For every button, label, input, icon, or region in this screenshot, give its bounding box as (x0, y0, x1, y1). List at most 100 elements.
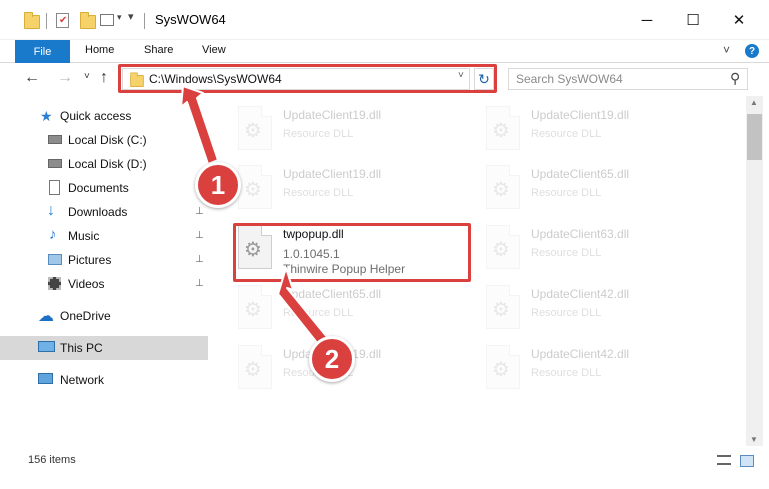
file-description: Resource DLL (283, 128, 354, 140)
star-icon: ★ (40, 108, 53, 124)
music-icon: ♪ (49, 226, 57, 243)
sidebar-item-label: Pictures (68, 253, 112, 267)
address-highlight (118, 64, 497, 93)
sidebar-item-local-disk-c[interactable]: Local Disk (C:) (0, 128, 208, 152)
file-item[interactable]: ⚙ UpdateClient42.dll Resource DLL (460, 281, 700, 337)
pin-icon[interactable]: ⊥ (195, 254, 204, 265)
view-options-icon[interactable] (100, 14, 114, 26)
item-count: 156 items (28, 454, 76, 466)
pictures-icon (48, 254, 62, 265)
forward-button[interactable]: → (57, 69, 73, 87)
pin-icon[interactable]: ⊥ (195, 230, 204, 241)
sidebar-item-label: Videos (68, 277, 105, 291)
file-item[interactable]: ⚙ UpdateClient63.dll Resource DLL (460, 221, 700, 277)
sidebar-item-label: This PC (60, 341, 103, 355)
file-item[interactable]: ⚙ UpdateClient19.dll Resource DLL (212, 161, 452, 217)
sidebar-item-network[interactable]: Network (0, 368, 208, 392)
search-box[interactable]: Search SysWOW64 ⚲ (508, 68, 748, 90)
scroll-up-icon[interactable]: ▲ (750, 98, 758, 107)
documents-icon (49, 180, 60, 195)
sidebar-item-documents[interactable]: Documents ⊥ (0, 176, 208, 200)
file-name: UpdateClient19.dll (283, 167, 382, 181)
sidebar-item-quick-access[interactable]: ★ Quick access (0, 104, 208, 128)
sidebar-item-label: Documents (68, 181, 129, 195)
pin-icon[interactable]: ⊥ (195, 278, 204, 289)
expand-ribbon-icon[interactable]: ˅ (723, 43, 730, 57)
search-input[interactable]: Search SysWOW64 (516, 72, 623, 86)
maximize-button[interactable]: ☐ (670, 0, 716, 40)
file-name: UpdateClient65.dll (283, 287, 382, 301)
gear-icon: ⚙ (492, 359, 510, 381)
file-highlight (233, 223, 471, 282)
details-view-icon[interactable] (717, 455, 731, 465)
videos-icon (48, 277, 61, 290)
navigation-pane: ★ Quick access Local Disk (C:) Local Dis… (0, 96, 212, 446)
gear-icon: ⚙ (244, 120, 262, 142)
gear-icon: ⚙ (492, 299, 510, 321)
new-folder-icon[interactable] (80, 12, 96, 29)
vertical-scrollbar[interactable]: ▲ ▼ (746, 96, 763, 446)
sidebar-item-label: Network (60, 373, 105, 387)
file-description: Resource DLL (283, 307, 354, 319)
file-item[interactable]: ⚙ UpdateClient19.dll Resource DLL (460, 102, 700, 158)
file-name: UpdateClient42.dll (531, 347, 630, 361)
sidebar-item-local-disk-d[interactable]: Local Disk (D:) (0, 152, 208, 176)
scrollbar-thumb[interactable] (747, 114, 762, 160)
ribbon-tabs: File Home Share View ˅ ? (0, 40, 769, 63)
tab-share[interactable]: Share (144, 44, 173, 56)
file-item[interactable]: ⚙ UpdateClient19.dll Resource DLL (212, 102, 452, 158)
file-item[interactable]: ⚙ UpdateClient65.dll Resource DLL (212, 281, 452, 337)
sidebar-item-pictures[interactable]: Pictures ⊥ (0, 248, 208, 272)
sidebar-item-label: Downloads (68, 205, 128, 219)
file-description: Resource DLL (283, 187, 354, 199)
title-bar: ✔ ▾ ▾ SysWOW64 ─ ☐ ✕ (0, 0, 769, 40)
file-name: UpdateClient65.dll (531, 167, 630, 181)
sidebar-item-music[interactable]: ♪ Music ⊥ (0, 224, 208, 248)
separator (144, 13, 145, 29)
help-icon[interactable]: ? (745, 44, 759, 58)
sidebar-item-onedrive[interactable]: ☁ OneDrive (0, 304, 208, 328)
up-button[interactable]: ↑ (100, 69, 108, 87)
sidebar-item-videos[interactable]: Videos ⊥ (0, 272, 208, 296)
scroll-down-icon[interactable]: ▼ (750, 435, 758, 444)
file-name: UpdateClient63.dll (531, 227, 630, 241)
step-badge-2: 2 (309, 336, 355, 382)
sidebar-item-label: Local Disk (C:) (68, 133, 147, 147)
sidebar-item-label: Quick access (60, 109, 132, 123)
chevron-down-icon[interactable]: ▾ (117, 12, 122, 23)
file-name: UpdateClient42.dll (531, 287, 630, 301)
sidebar-item-label: Local Disk (D:) (68, 157, 147, 171)
back-button[interactable]: ← (24, 69, 40, 87)
step-badge-1: 1 (195, 162, 241, 208)
pin-icon[interactable]: ⊥ (195, 206, 204, 217)
sidebar-item-downloads[interactable]: ↓ Downloads ⊥ (0, 200, 208, 224)
gear-icon: ⚙ (492, 239, 510, 261)
sidebar-item-label: Music (68, 229, 100, 243)
tab-file[interactable]: File (15, 40, 70, 63)
file-item[interactable]: ⚙ UpdateClient65.dll Resource DLL (460, 161, 700, 217)
gear-icon: ⚙ (244, 299, 262, 321)
tab-view[interactable]: View (202, 44, 226, 56)
file-description: Resource DLL (531, 247, 602, 259)
cloud-icon: ☁ (38, 308, 54, 325)
file-description: Resource DLL (531, 307, 602, 319)
computer-icon (38, 341, 55, 352)
customize-toolbar-icon[interactable]: ▾ (128, 10, 134, 23)
file-description: Resource DLL (531, 367, 602, 379)
gear-icon: ⚙ (244, 359, 262, 381)
minimize-button[interactable]: ─ (624, 0, 670, 40)
tiles-view-icon[interactable] (740, 455, 754, 467)
file-item[interactable]: ⚙ UpdateClient42.dll Resource DLL (460, 341, 700, 397)
file-description: Resource DLL (531, 187, 602, 199)
recent-locations-button[interactable]: ˅ (84, 71, 90, 82)
file-name: UpdateClient19.dll (283, 108, 382, 122)
drive-icon (48, 135, 62, 144)
gear-icon: ⚙ (244, 179, 262, 201)
separator (46, 13, 47, 29)
close-button[interactable]: ✕ (716, 0, 762, 40)
tab-home[interactable]: Home (85, 44, 114, 56)
folder-icon (24, 12, 40, 29)
sidebar-item-this-pc[interactable]: This PC (0, 336, 208, 360)
search-icon[interactable]: ⚲ (730, 70, 740, 87)
properties-icon[interactable]: ✔ (56, 13, 69, 28)
